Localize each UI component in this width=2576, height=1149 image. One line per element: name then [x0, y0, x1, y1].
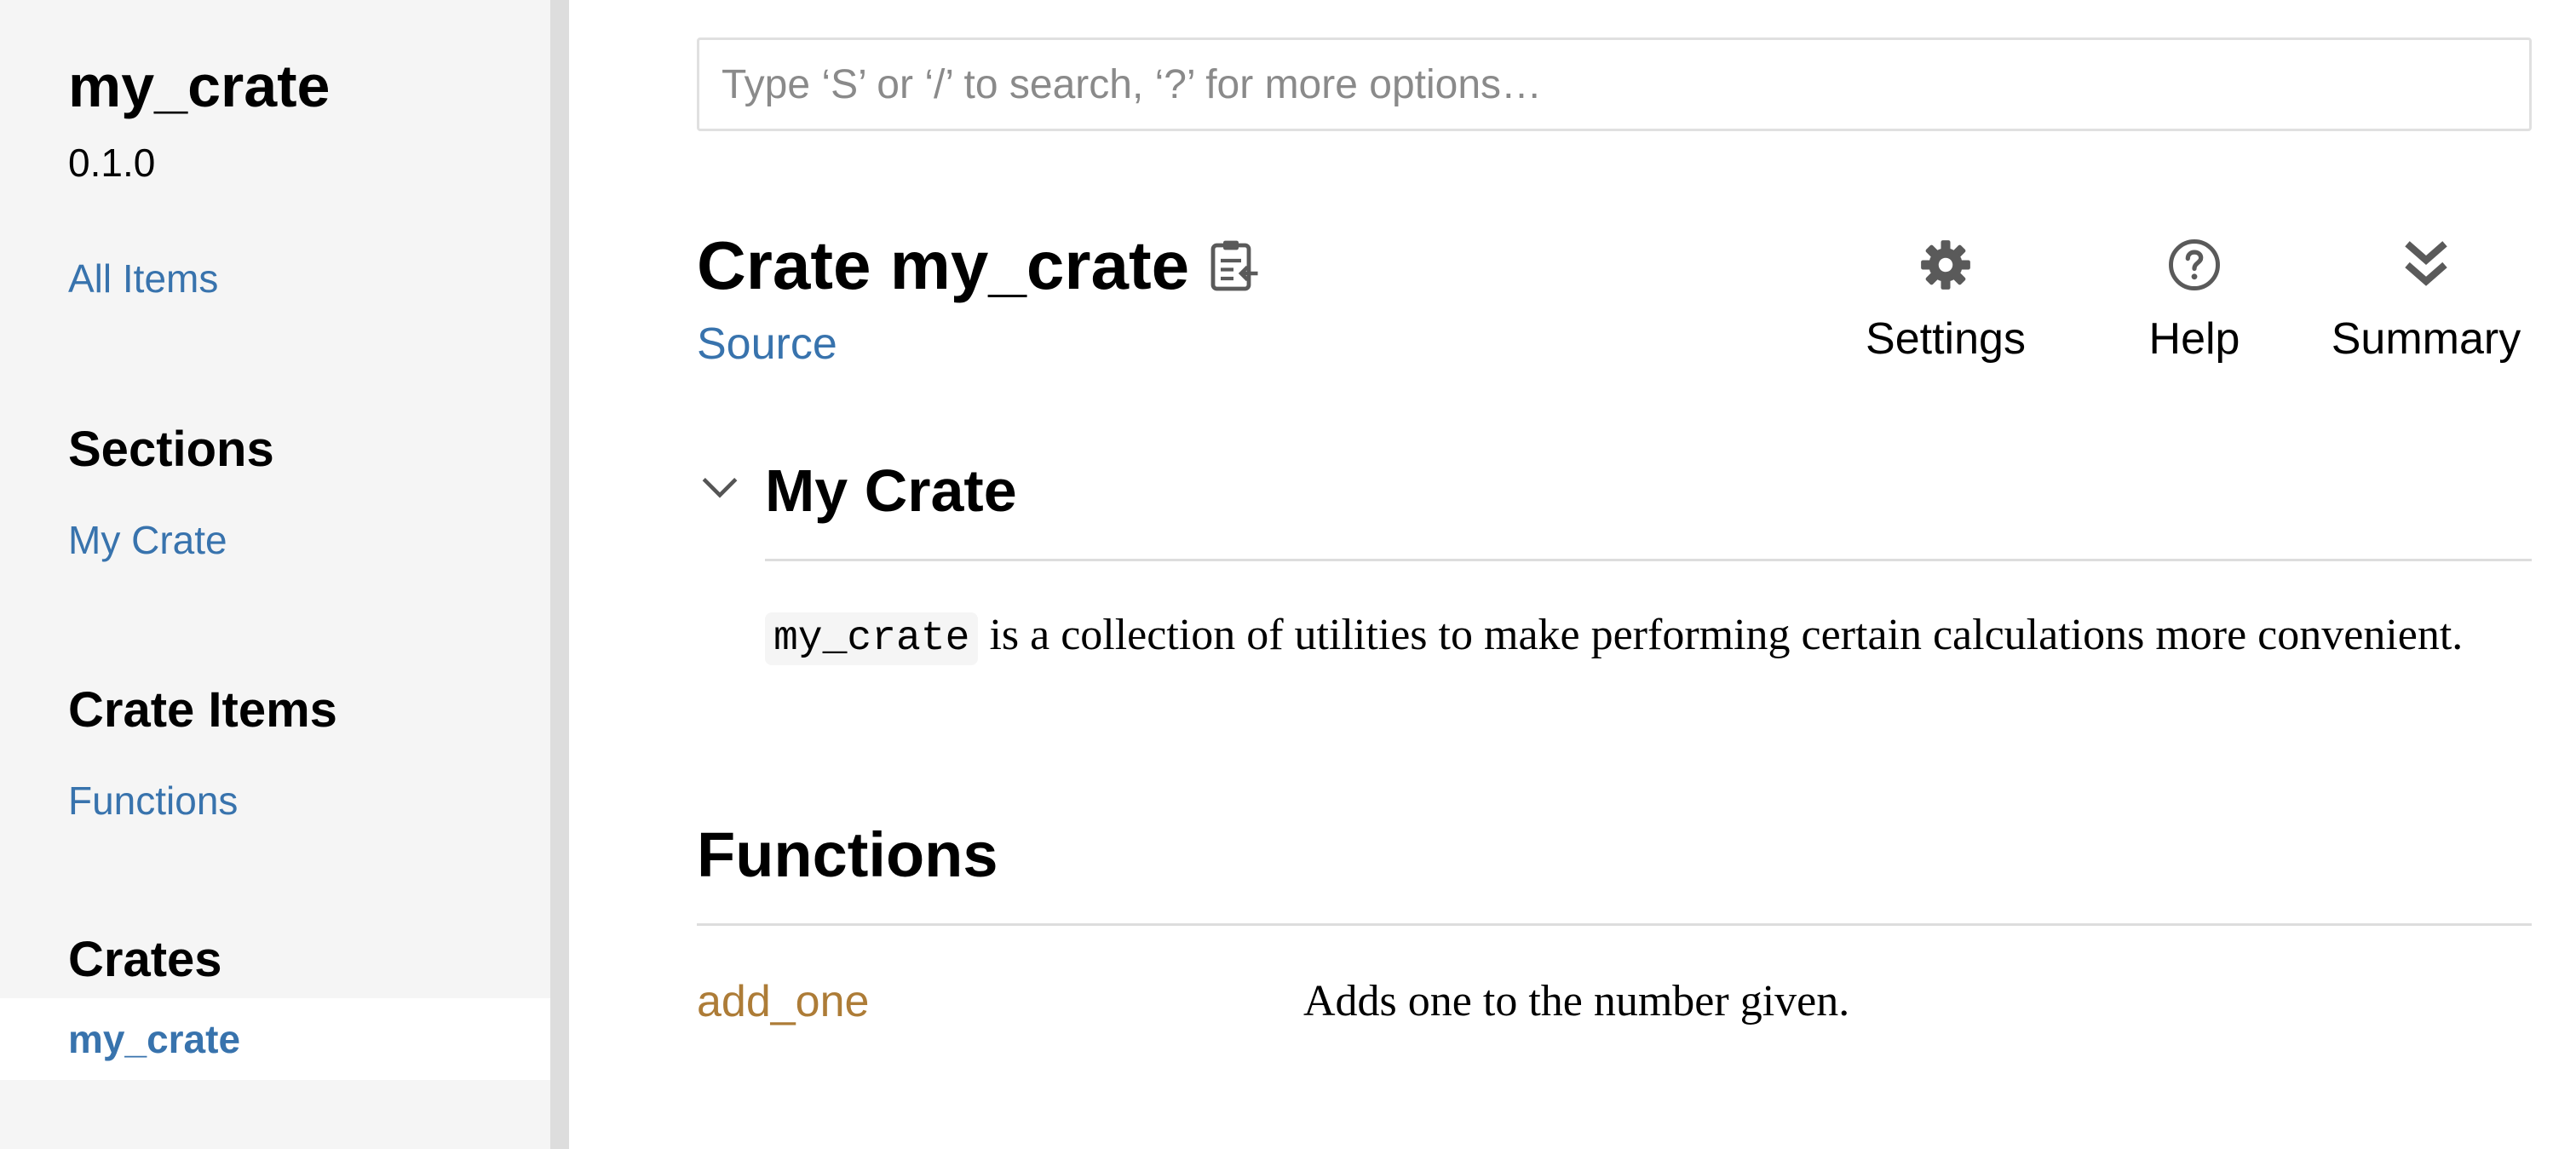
functions-heading: Functions — [697, 819, 998, 890]
function-link-add-one[interactable]: add_one — [697, 974, 869, 1029]
summary-label: Summary — [2331, 314, 2521, 364]
sidebar-crate-items-heading: Crate Items — [68, 682, 337, 738]
section-divider — [765, 559, 2532, 561]
settings-button[interactable]: Settings — [1860, 237, 2031, 366]
crate-description-text: is a collection of utilities to make per… — [978, 611, 2464, 659]
help-circle-icon — [2135, 237, 2254, 293]
search-input[interactable] — [697, 37, 2532, 131]
sidebar-crate-version: 0.1.0 — [68, 141, 156, 185]
summary-button[interactable]: Summary — [2326, 237, 2527, 366]
crate-description: my_crate is a collection of utilities to… — [765, 601, 2532, 673]
sidebar-crates-heading: Crates — [68, 932, 222, 987]
sidebar: my_crate 0.1.0 All Items Sections My Cra… — [0, 0, 569, 1149]
chevron-down-icon[interactable] — [699, 467, 741, 509]
help-button[interactable]: Help — [2135, 237, 2254, 366]
page-title: Crate my_crate — [697, 227, 1190, 303]
sidebar-item-all-items[interactable]: All Items — [68, 254, 218, 303]
settings-label: Settings — [1866, 314, 2026, 364]
source-link[interactable]: Source — [697, 317, 837, 371]
inline-code: my_crate — [765, 612, 979, 665]
sidebar-crate-name[interactable]: my_crate — [68, 49, 330, 123]
double-chevron-down-icon — [2326, 237, 2527, 293]
function-description: Adds one to the number given. — [1303, 977, 1850, 1025]
sidebar-current-crate: my_crate — [0, 998, 550, 1080]
sidebar-item-functions[interactable]: Functions — [68, 776, 238, 825]
help-label: Help — [2148, 314, 2240, 364]
functions-divider — [697, 923, 2532, 926]
clipboard-icon[interactable] — [1203, 235, 1264, 296]
gear-icon — [1860, 237, 2031, 293]
sidebar-item-my-crate[interactable]: My Crate — [68, 515, 227, 565]
section-heading-my-crate: My Crate — [765, 457, 1017, 524]
sidebar-sections-heading: Sections — [68, 422, 274, 477]
sidebar-item-my-crate-crate[interactable]: my_crate — [68, 1014, 240, 1064]
function-row: add_one Adds one to the number given. — [697, 968, 2532, 1036]
